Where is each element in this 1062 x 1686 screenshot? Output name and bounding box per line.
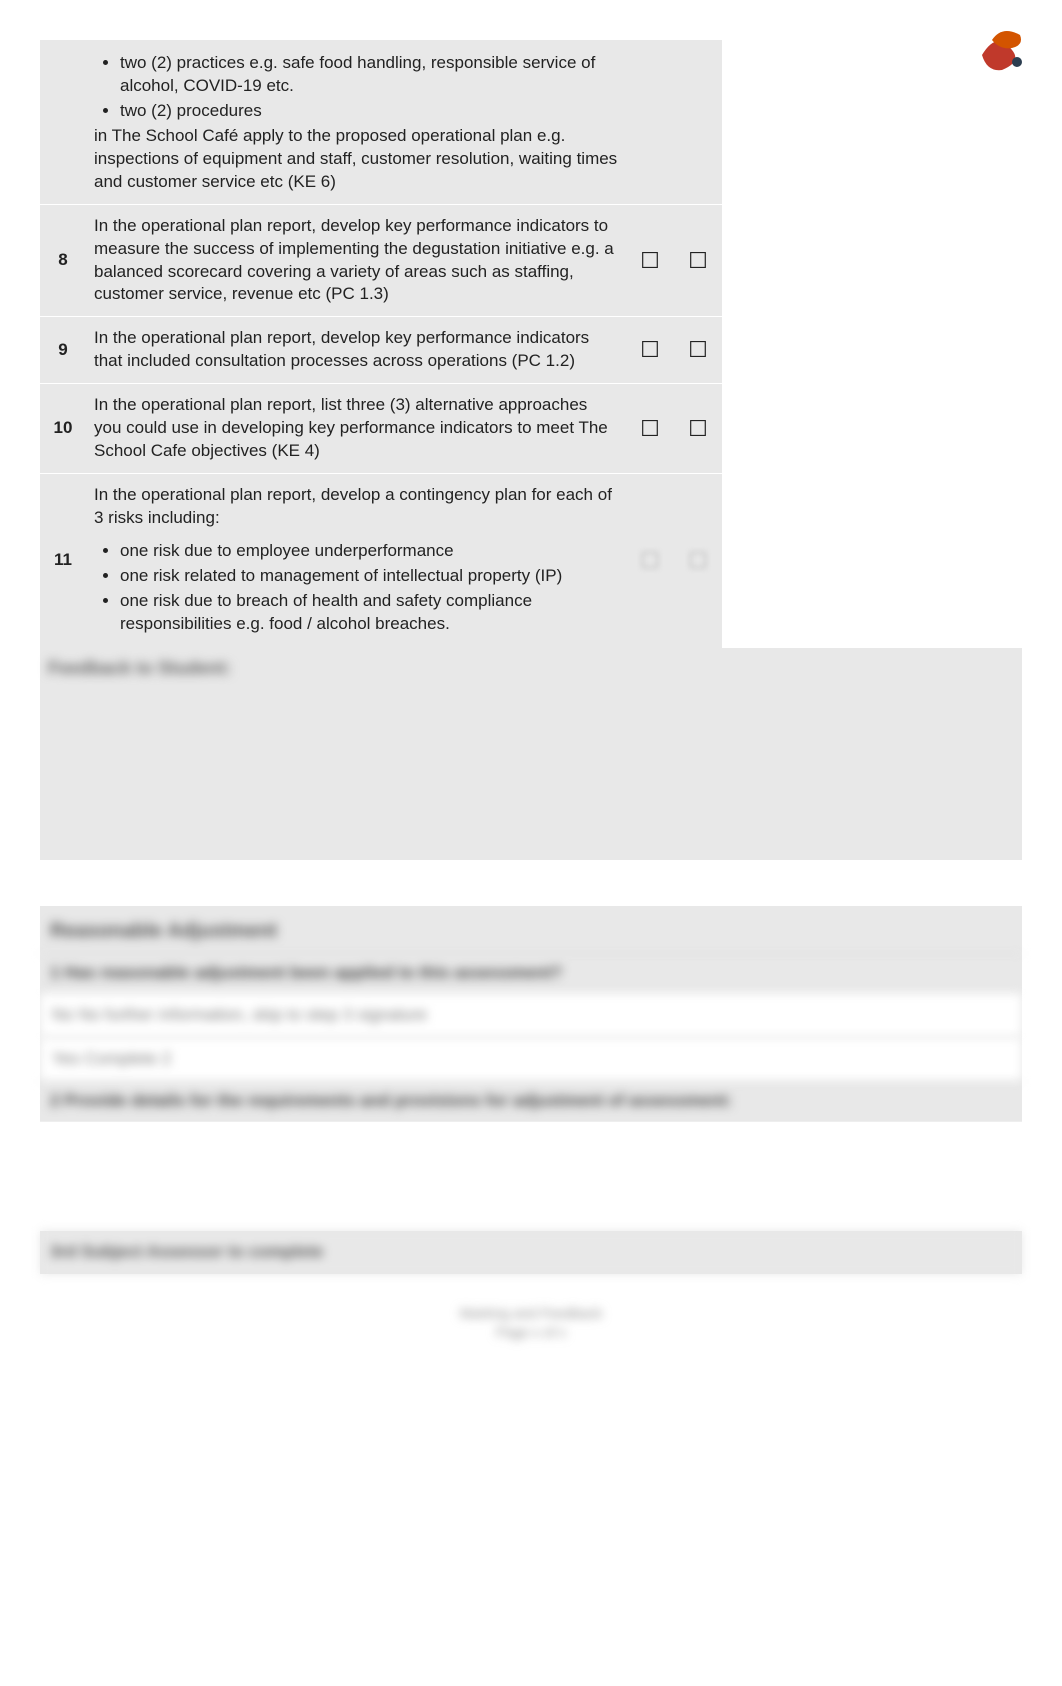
bullet-item: two (2) procedures xyxy=(120,100,618,123)
checkbox-col-2 xyxy=(674,40,722,204)
option-no[interactable]: No No further information, skip to step … xyxy=(40,993,1022,1037)
comment-cell[interactable] xyxy=(722,384,1022,474)
assessment-table: two (2) practices e.g. safe food handlin… xyxy=(40,40,1022,860)
feedback-textarea[interactable] xyxy=(40,690,1022,860)
question-2: 2 Provide details for the requirements a… xyxy=(40,1081,1022,1121)
row-num xyxy=(40,40,86,204)
row-desc: two (2) practices e.g. safe food handlin… xyxy=(86,40,626,204)
feedback-row: Feedback to Student: xyxy=(40,648,1022,860)
comment-cell[interactable] xyxy=(722,204,1022,317)
row-num: 9 xyxy=(40,317,86,384)
checkbox-not-satisfactory[interactable]: ☐ xyxy=(688,250,708,272)
checkbox-satisfactory[interactable]: ☐ xyxy=(640,339,660,361)
checkbox-not-satisfactory[interactable]: ☐ xyxy=(688,418,708,440)
row-desc: In the operational plan report, develop … xyxy=(86,317,626,384)
bullet-item: one risk due to employee underperformanc… xyxy=(120,540,618,563)
table-row: 8 In the operational plan report, develo… xyxy=(40,204,1022,317)
reasonable-adjustment-section: Reasonable Adjustment 1 Has reasonable a… xyxy=(40,906,1022,1274)
sub-heading: 3rd Subject Assessor to complete xyxy=(40,1231,1022,1274)
page-footer: Marking and Feedback Page x of x xyxy=(40,1304,1022,1342)
checkbox-not-satisfactory[interactable]: ☐ xyxy=(688,548,708,573)
row-desc: In the operational plan report, list thr… xyxy=(86,384,626,474)
checkbox-not-satisfactory[interactable]: ☐ xyxy=(688,339,708,361)
bullet-item: one risk due to breach of health and saf… xyxy=(120,590,618,636)
row-num: 8 xyxy=(40,204,86,317)
checkbox-satisfactory[interactable]: ☐ xyxy=(640,548,660,573)
logo-icon xyxy=(972,20,1032,80)
footer-line-1: Marking and Feedback xyxy=(40,1304,1022,1323)
footer-line-2: Page x of x xyxy=(40,1323,1022,1342)
row-desc: In the operational plan report, develop … xyxy=(86,474,626,648)
option-yes[interactable]: Yes Complete 2 xyxy=(40,1037,1022,1081)
checkbox-satisfactory[interactable]: ☐ xyxy=(640,250,660,272)
question-1: 1 Has reasonable adjustment been applied… xyxy=(40,953,1022,993)
bullet-item: one risk related to management of intell… xyxy=(120,565,618,588)
row-tail-text: in The School Café apply to the proposed… xyxy=(94,125,618,194)
details-textarea[interactable] xyxy=(40,1121,1022,1231)
table-row: 11 In the operational plan report, devel… xyxy=(40,474,1022,648)
row-intro-text: In the operational plan report, develop … xyxy=(94,484,618,530)
feedback-label: Feedback to Student: xyxy=(40,648,1022,690)
row-num: 11 xyxy=(40,474,86,648)
table-row: 9 In the operational plan report, develo… xyxy=(40,317,1022,384)
comment-cell[interactable] xyxy=(722,317,1022,384)
bullet-item: two (2) practices e.g. safe food handlin… xyxy=(120,52,618,98)
comment-cell[interactable] xyxy=(722,474,1022,648)
checkbox-satisfactory[interactable]: ☐ xyxy=(640,418,660,440)
checkbox-col-1 xyxy=(626,40,674,204)
row-desc: In the operational plan report, develop … xyxy=(86,204,626,317)
table-row: 10 In the operational plan report, list … xyxy=(40,384,1022,474)
section-heading: Reasonable Adjustment xyxy=(40,906,1022,953)
row-num: 10 xyxy=(40,384,86,474)
